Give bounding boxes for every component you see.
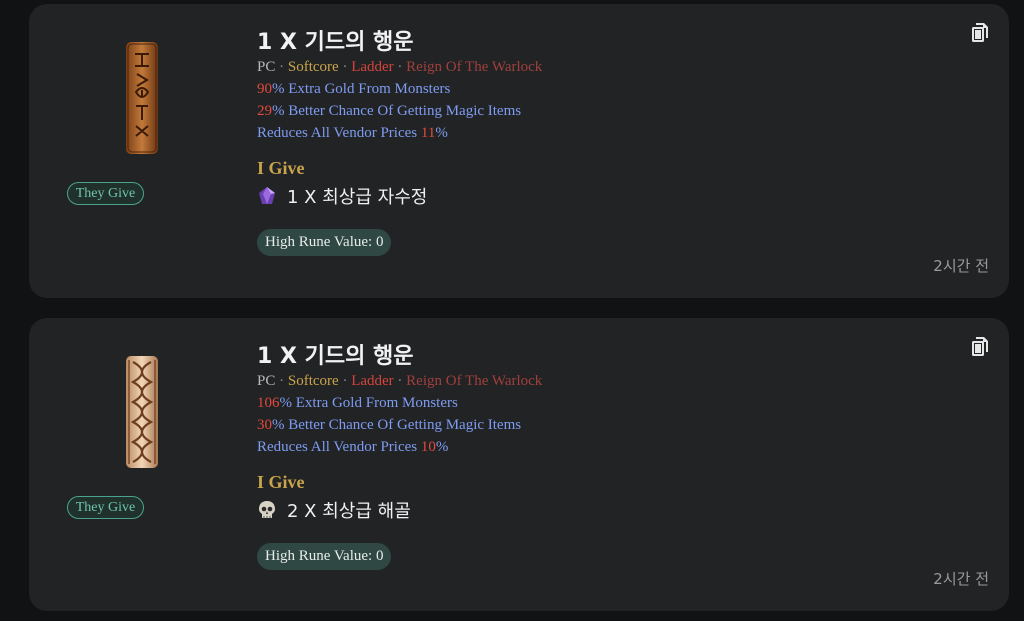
give-item-text: 2 X 최상급 해골 [287, 501, 411, 522]
listing-card[interactable]: They Give 1 X 기드의 행운 PC · Softcore · Lad… [29, 318, 1009, 611]
stat-extra-gold: 106% Extra Gold From Monsters [257, 395, 458, 412]
stat-text: % Better Chance Of Getting Magic Items [272, 103, 522, 119]
give-item-text: 1 X 최상급 자수정 [287, 187, 428, 208]
stat-text: Reduces All Vendor Prices [257, 125, 421, 141]
gheeds-fortune-charm-image [126, 42, 158, 154]
stat-magic-find: 29% Better Chance Of Getting Magic Items [257, 103, 521, 120]
stat-value: 10 [420, 439, 436, 455]
give-item: 2 X 최상급 해골 [257, 498, 411, 522]
tag-separator: · [397, 373, 407, 389]
amethyst-gem-icon [259, 187, 275, 204]
tag-separator: · [279, 59, 288, 75]
tag-separator: · [342, 373, 352, 389]
gheeds-fortune-charm-image [126, 356, 158, 468]
stat-extra-gold: 90% Extra Gold From Monsters [257, 81, 450, 98]
they-give-badge: They Give [67, 496, 144, 519]
stat-suffix: % [435, 439, 449, 455]
stat-value: 90 [257, 81, 272, 97]
tag-separator: · [279, 373, 288, 389]
high-rune-value-badge: High Rune Value: 0 [257, 543, 392, 570]
platform-tag: PC [257, 59, 276, 75]
stat-suffix: % [435, 125, 448, 141]
stat-text: % Extra Gold From Monsters [279, 395, 458, 411]
tag-separator: · [397, 59, 407, 75]
stat-value: 29 [257, 103, 272, 119]
give-item: 1 X 최상급 자수정 [257, 184, 427, 208]
mode-tag: Softcore [287, 373, 339, 389]
stat-text: Reduces All Vendor Prices [257, 439, 421, 455]
mode-tag: Softcore [287, 59, 339, 75]
platform-tag: PC [257, 373, 276, 389]
posted-time: 2시간 전 [933, 570, 989, 588]
listing-tags: PC · Softcore · Ladder · Reign Of The Wa… [257, 59, 542, 76]
listing-tags: PC · Softcore · Ladder · Reign Of The Wa… [257, 373, 542, 390]
stat-value: 106 [257, 395, 280, 411]
skull-icon [259, 501, 275, 518]
stat-text: % Better Chance Of Getting Magic Items [272, 417, 522, 433]
copy-icon[interactable] [970, 22, 990, 44]
item-title: 1 X 기드의 행운 [257, 30, 414, 55]
ladder-tag: Ladder [351, 373, 394, 389]
season-tag: Reign Of The Warlock [406, 373, 543, 389]
stat-vendor-prices: Reduces All Vendor Prices 10% [257, 439, 448, 456]
item-title: 1 X 기드의 행운 [257, 344, 414, 369]
copy-icon[interactable] [970, 336, 990, 358]
i-give-label: I Give [257, 472, 305, 492]
ladder-tag: Ladder [351, 59, 394, 75]
stat-value: 30 [257, 417, 272, 433]
stat-text: % Extra Gold From Monsters [272, 81, 451, 97]
season-tag: Reign Of The Warlock [406, 59, 543, 75]
high-rune-value-badge: High Rune Value: 0 [257, 229, 392, 256]
stat-value: 11 [420, 125, 436, 141]
stat-vendor-prices: Reduces All Vendor Prices 11% [257, 125, 448, 142]
posted-time: 2시간 전 [933, 257, 989, 275]
stat-magic-find: 30% Better Chance Of Getting Magic Items [257, 417, 521, 434]
tag-separator: · [342, 59, 352, 75]
they-give-badge: They Give [67, 182, 144, 205]
i-give-label: I Give [257, 158, 305, 178]
listing-card[interactable]: They Give 1 X 기드의 행운 PC · Softcore · Lad… [29, 4, 1009, 298]
